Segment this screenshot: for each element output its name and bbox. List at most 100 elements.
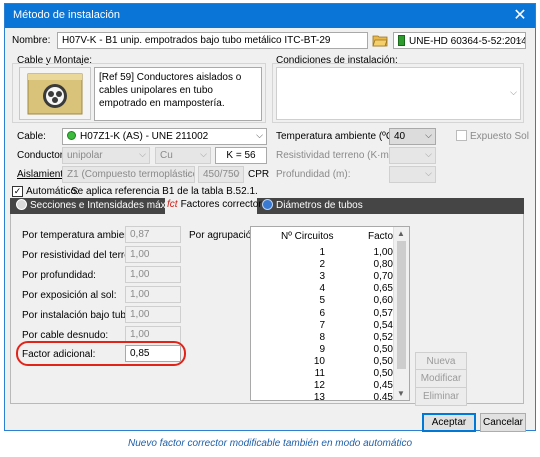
table-row[interactable]: 5 0,60	[251, 295, 393, 307]
cable-label: Cable:	[17, 131, 46, 142]
conductor-select[interactable]: unipolar ⌵	[62, 147, 150, 164]
chevron-down-icon: ⌵	[233, 168, 240, 178]
modificar-button[interactable]: Modificar	[415, 369, 467, 388]
scroll-thumb[interactable]	[397, 241, 406, 369]
factor-sol-value: 1,00	[125, 286, 181, 303]
chevron-down-icon: ⌵	[256, 130, 263, 140]
title-bar: Método de instalación ✕	[5, 4, 535, 28]
eliminar-button[interactable]: Eliminar	[415, 387, 467, 406]
voltage-select[interactable]: 450/750 ⌵	[198, 166, 244, 183]
chevron-down-icon: ⌵	[184, 168, 191, 178]
circuitos-cell: 9	[319, 343, 325, 355]
chevron-down-icon: ⌵	[425, 168, 432, 178]
factor-adicional-label: Factor adicional:	[22, 349, 96, 360]
accept-button[interactable]: Aceptar	[422, 413, 476, 432]
tab-secciones[interactable]: Secciones e Intensidades máximas	[14, 198, 187, 214]
table-row[interactable]: 8 0,52	[251, 332, 393, 344]
factor-cell: 0,45	[373, 380, 393, 392]
temperatura-value: 40	[394, 131, 406, 142]
table-row[interactable]: 7 0,54	[251, 320, 393, 332]
aislamiento-select[interactable]: Z1 (Compuesto termoplástico a bas ⌵	[62, 166, 195, 183]
automatico-text: Se aplica referencia B1 de la tabla B.52…	[71, 186, 258, 197]
automatico-checkbox[interactable]: ✓	[12, 186, 23, 197]
table-row[interactable]: 1 1,00	[251, 247, 393, 259]
condiciones-list[interactable]: ⌵	[276, 67, 521, 120]
standard-value: UNE-HD 60364-5-52:2014	[409, 36, 526, 47]
expuesto-sol-label: Expuesto Sol	[470, 131, 529, 142]
circuitos-cell: 4	[319, 283, 325, 295]
standard-book-icon	[398, 35, 405, 46]
circuitos-cell: 1	[319, 247, 325, 258]
tab-factores-label: Factores correctores	[180, 199, 273, 210]
factor-cell: 0,65	[373, 283, 393, 295]
expuesto-sol-checkbox[interactable]	[456, 130, 467, 141]
factor-cell: 1,00	[373, 247, 393, 258]
tab-diametros[interactable]: Diámetros de tubos	[260, 198, 370, 214]
factor-cell: 0,50	[373, 368, 393, 379]
cancel-button[interactable]: Cancelar	[480, 413, 526, 432]
chevron-down-icon: ⌵	[139, 149, 146, 159]
cable-value: H07Z1-K (AS) - UNE 211002	[80, 131, 209, 142]
factor-temperatura-value: 0,87	[125, 226, 181, 243]
table-row[interactable]: 6 0,57	[251, 308, 393, 320]
folder-icon[interactable]	[372, 33, 388, 47]
factor-adicional-input[interactable]: 0,85	[125, 345, 181, 362]
circuitos-cell: 13	[313, 392, 325, 401]
tab-diametros-label: Diámetros de tubos	[276, 200, 363, 211]
sections-icon	[16, 199, 27, 210]
k-value: K = 56	[215, 147, 267, 164]
circuitos-cell: 6	[319, 307, 325, 319]
tab-factores[interactable]: fct Factores correctores	[165, 197, 272, 214]
factor-temperatura-label: Por temperatura ambiente:	[22, 230, 141, 241]
resistividad-select[interactable]: ⌵	[389, 147, 436, 164]
table-row[interactable]: 9 0,50	[251, 344, 393, 356]
table-row[interactable]: 4 0,65	[251, 283, 393, 295]
conductor-value: unipolar	[67, 150, 103, 161]
table-scrollbar[interactable]: ▲ ▼	[393, 227, 409, 400]
scroll-up-icon[interactable]: ▲	[397, 229, 405, 238]
temperatura-label: Temperatura ambiente (ºC):	[276, 131, 400, 142]
tab-bar: Secciones e Intensidades máximas fct Fact…	[10, 197, 524, 214]
material-value: Cu	[160, 150, 173, 161]
nombre-input[interactable]: H07V-K - B1 unip. empotrados bajo tubo m…	[57, 32, 368, 49]
table-row[interactable]: 11 0,50	[251, 368, 393, 380]
table-row[interactable]: 3 0,70	[251, 271, 393, 283]
circuitos-cell: 5	[319, 295, 325, 307]
close-icon[interactable]: ✕	[511, 5, 529, 25]
profundidad-label: Profundidad (m):	[276, 169, 351, 180]
resistividad-label: Resistividad terreno (K·m/W):	[276, 150, 408, 161]
temperatura-select[interactable]: 40 ⌵	[389, 128, 436, 145]
globe-icon	[262, 199, 273, 210]
profundidad-select[interactable]: ⌵	[389, 166, 436, 183]
factor-sol-label: Por exposición al sol:	[22, 290, 117, 301]
agrupacion-table[interactable]: Nº Circuitos Factor 1 1,00 2 0,80 3 0,70 4 0,65…	[250, 226, 410, 401]
standard-select[interactable]: UNE-HD 60364-5-52:2014 ⌵	[393, 32, 526, 49]
table-row[interactable]: 2 0,80	[251, 259, 393, 271]
aislamiento-value: Z1 (Compuesto termoplástico a bas	[67, 169, 195, 180]
circuitos-cell: 10	[313, 355, 325, 367]
tab-secciones-label: Secciones e Intensidades máximas	[30, 200, 187, 211]
circuitos-cell: 7	[319, 319, 325, 331]
circuitos-cell: 2	[319, 259, 325, 271]
circuitos-cell: 12	[313, 380, 325, 392]
table-row[interactable]: 13 0,45	[251, 392, 393, 401]
factor-profundidad-value: 1,00	[125, 266, 181, 283]
cable-select[interactable]: H07Z1-K (AS) - UNE 211002 ⌵	[62, 128, 267, 145]
circuitos-cell: 3	[319, 271, 325, 283]
material-select[interactable]: Cu ⌵	[155, 147, 211, 164]
factor-cell: 0,52	[373, 331, 393, 343]
factor-profundidad-label: Por profundidad:	[22, 270, 96, 281]
factor-cell: 0,80	[373, 259, 393, 271]
condiciones-chevron-icon[interactable]: ⌵	[510, 87, 517, 98]
circuitos-cell: 8	[319, 331, 325, 343]
factor-cell: 0,57	[373, 307, 393, 319]
scroll-down-icon[interactable]: ▼	[397, 389, 405, 398]
chevron-down-icon: ⌵	[515, 34, 522, 44]
table-row[interactable]: 12 0,45	[251, 380, 393, 392]
cpr-label: CPR	[248, 169, 270, 180]
factor-cell: 0,45	[373, 392, 393, 401]
factor-cell: 0,50	[373, 343, 393, 355]
table-row[interactable]: 10 0,50	[251, 356, 393, 368]
nombre-label: Nombre:	[12, 35, 51, 46]
conductor-label: Conductor:	[17, 150, 66, 161]
